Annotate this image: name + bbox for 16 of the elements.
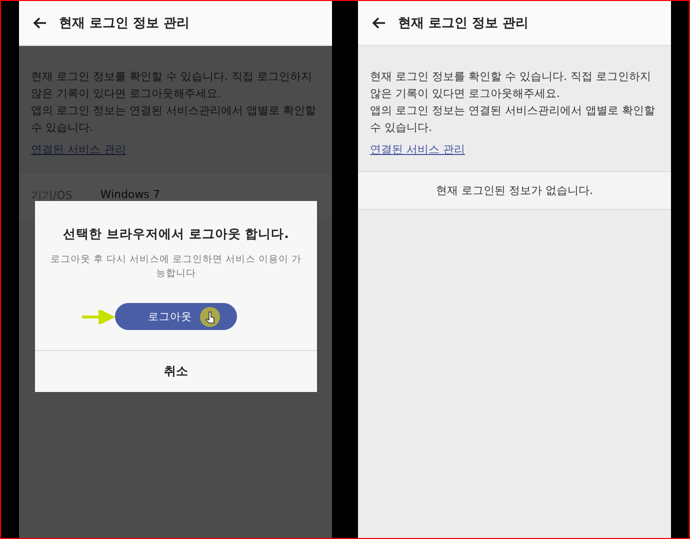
screen-title: 현재 로그인 정보 관리 <box>59 15 190 32</box>
back-arrow-icon[interactable] <box>33 17 47 29</box>
logout-button[interactable]: 로그아웃 <box>115 303 237 330</box>
screen-title: 현재 로그인 정보 관리 <box>398 15 529 32</box>
description-text: 앱의 로그인 정보는 연결된 서비스관리에서 앱별로 확인할 수 있습니다. <box>31 103 317 136</box>
device-value: Windows 7 <box>100 188 160 203</box>
description-text: 현재 로그인 정보를 확인할 수 있습니다. 직접 로그인하지 않은 기록이 있다면 로그아웃해주세요. <box>370 69 652 102</box>
description-text: 앱의 로그인 정보는 연결된 서비스관리에서 앱별로 확인할 수 있습니다. <box>370 103 656 136</box>
dialog-title: 선택한 브라우저에서 로그아웃 합니다. <box>62 226 290 243</box>
back-arrow-icon[interactable] <box>372 17 386 29</box>
dialog-message: 로그아웃 후 다시 서비스에 로그인하면 서비스 이용이 가능합니다 <box>49 253 303 281</box>
description-text: 현재 로그인 정보를 확인할 수 있습니다. 직접 로그인하지 않은 기록이 있다면 로그아웃해주세요. <box>31 69 313 102</box>
empty-message: 현재 로그인된 정보가 없습니다. <box>358 172 671 210</box>
cursor-icon <box>199 306 221 328</box>
connected-services-link[interactable]: 연결된 서비스 관리 <box>370 142 465 157</box>
pointer-arrow-icon <box>81 310 115 324</box>
